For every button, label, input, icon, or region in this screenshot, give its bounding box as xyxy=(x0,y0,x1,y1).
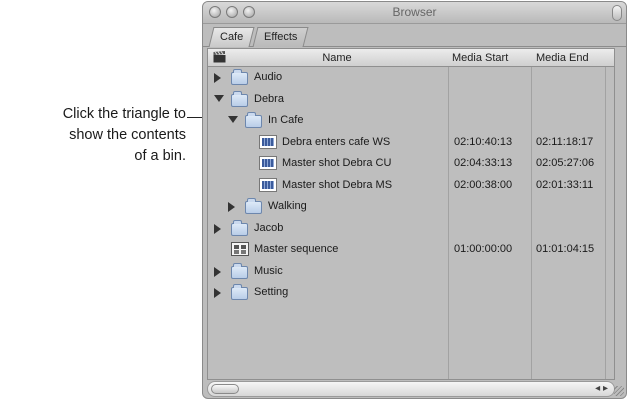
scrollbar-thumb[interactable] xyxy=(211,384,239,394)
clip-icon xyxy=(259,156,277,170)
folder-icon xyxy=(245,112,262,128)
row-name: Master shot Debra CU xyxy=(282,157,392,169)
title-bar[interactable]: Browser xyxy=(203,2,626,24)
browser-row[interactable]: Audio xyxy=(208,67,614,89)
disclosure-triangle-collapsed-icon[interactable] xyxy=(214,288,223,298)
folder-icon xyxy=(231,219,248,236)
row-name: Master sequence xyxy=(254,243,339,255)
browser-item-list: Audio Debra In Cafe Debra enters cafe WS 02:… xyxy=(208,67,614,304)
row-media-start: 02:04:33:13 xyxy=(454,157,513,169)
callout-line-2: show the contents xyxy=(69,127,186,143)
window-title: Browser xyxy=(392,5,437,19)
row-name: Setting xyxy=(254,286,289,298)
clip-icon xyxy=(259,177,277,192)
callout-line-3: of a bin. xyxy=(134,148,186,164)
row-media-start: 01:00:00:00 xyxy=(454,243,513,255)
folder-icon xyxy=(231,90,248,107)
tab-cafe-label: Cafe xyxy=(220,31,244,43)
folder-icon xyxy=(231,262,248,279)
row-name: Music xyxy=(254,264,283,277)
browser-row[interactable]: Music xyxy=(208,261,614,283)
clip-icon xyxy=(259,134,277,149)
row-name: In Cafe xyxy=(268,114,304,126)
row-name: Master shot Debra MS xyxy=(282,178,393,191)
sequence-icon xyxy=(231,242,249,256)
browser-row[interactable]: Master shot Debra MS 02:00:38:00 02:01:33:… xyxy=(208,175,614,197)
row-media-start: 02:00:38:00 xyxy=(454,178,513,191)
row-name: Debra enters cafe WS xyxy=(282,135,391,148)
disclosure-triangle-collapsed-icon[interactable] xyxy=(214,223,223,234)
browser-row[interactable]: Debra xyxy=(208,89,614,111)
horizontal-scrollbar[interactable]: ◂ ▸ xyxy=(207,381,615,397)
browser-row[interactable]: Debra enters cafe WS 02:10:40:13 02:11:18:… xyxy=(208,132,614,154)
disclosure-triangle-expanded-icon[interactable] xyxy=(214,94,224,104)
column-header-media-end[interactable]: Media End xyxy=(536,52,589,64)
toolbar-toggle-button[interactable] xyxy=(612,5,622,21)
column-header-row: Name Media Start Media End xyxy=(208,49,614,67)
row-name: Debra xyxy=(254,92,284,105)
browser-window: Browser Cafe Effects Name Media Start Me… xyxy=(202,1,627,399)
browser-list-panel: Name Media Start Media End Audio Debra In … xyxy=(207,48,615,380)
tab-bar: Cafe Effects xyxy=(203,24,626,47)
browser-row[interactable]: Jacob xyxy=(208,218,614,240)
folder-icon xyxy=(231,69,248,85)
tab-effects-label: Effects xyxy=(264,31,298,43)
tab-cafe[interactable]: Cafe xyxy=(208,27,255,47)
resize-grip-icon[interactable] xyxy=(614,386,624,396)
row-media-start: 02:10:40:13 xyxy=(454,135,513,148)
callout-text: Click the triangle to show the contents … xyxy=(0,104,186,167)
row-name: Audio xyxy=(254,71,283,83)
clapper-icon[interactable] xyxy=(213,51,226,63)
row-name: Jacob xyxy=(254,221,284,234)
browser-row[interactable]: Setting xyxy=(208,282,614,304)
callout-line-1: Click the triangle to xyxy=(62,106,186,122)
row-media-end: 02:01:33:11 xyxy=(536,178,594,191)
column-header-media-start[interactable]: Media Start xyxy=(452,52,508,64)
disclosure-triangle-expanded-icon[interactable] xyxy=(228,116,238,125)
disclosure-triangle-collapsed-icon[interactable] xyxy=(214,266,223,277)
disclosure-triangle-collapsed-icon[interactable] xyxy=(228,202,237,212)
folder-icon xyxy=(245,198,262,214)
scroll-arrows-icon[interactable]: ◂ ▸ xyxy=(595,383,608,394)
browser-row[interactable]: Master shot Debra CU 02:04:33:13 02:05:27:… xyxy=(208,153,614,175)
folder-icon xyxy=(231,284,248,300)
column-header-name[interactable]: Name xyxy=(226,52,448,64)
disclosure-triangle-collapsed-icon[interactable] xyxy=(214,73,223,83)
browser-row[interactable]: In Cafe xyxy=(208,110,614,132)
browser-row[interactable]: Walking xyxy=(208,196,614,218)
row-media-end: 01:01:04:15 xyxy=(536,243,595,255)
tab-effects[interactable]: Effects xyxy=(252,27,309,47)
row-name: Walking xyxy=(268,200,307,212)
browser-row[interactable]: Master sequence 01:00:00:00 01:01:04:15 xyxy=(208,239,614,261)
row-media-end: 02:05:27:06 xyxy=(536,157,595,169)
row-media-end: 02:11:18:17 xyxy=(536,135,594,148)
